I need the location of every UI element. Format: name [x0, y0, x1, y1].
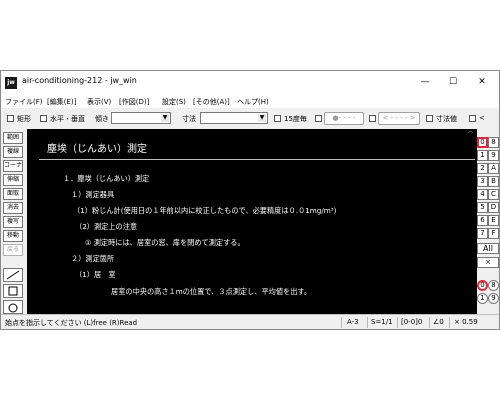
app-icon: jw — [5, 77, 17, 89]
title-bar: jw air-conditioning-212 - jw_win — ☐ ✕ — [1, 71, 499, 95]
drawing-line: ２）測定箇所 — [71, 254, 115, 263]
status-divider — [397, 317, 398, 328]
menu-draw[interactable]: [作図(D)] — [119, 97, 149, 107]
chevron-down-icon: ▼ — [258, 114, 266, 122]
status-divider — [429, 317, 430, 328]
rectangle-icon — [8, 286, 18, 296]
extend-button[interactable]: 伸縮 — [3, 174, 23, 186]
window-title: air-conditioning-212 - jw_win — [22, 76, 137, 85]
last-label: < — [479, 114, 485, 122]
layer-group-d-button[interactable]: D — [488, 202, 499, 213]
angle-indicator[interactable]: ∠0 — [433, 318, 444, 326]
arrow-mode-checkbox[interactable] — [369, 115, 376, 122]
drawing-line: （2）測定上の注意 — [75, 222, 138, 231]
undo-button[interactable]: 戻る — [3, 244, 23, 256]
deg15-label: 15度毎 — [284, 115, 307, 123]
drawing-line: ① 測定時には、居室の窓、扉を閉めて測定する。 — [85, 238, 245, 247]
layer-1-button[interactable]: 1 — [477, 293, 488, 304]
layer-group-2-button[interactable]: 2 — [477, 163, 488, 174]
layer-group-e-button[interactable]: E — [488, 215, 499, 226]
menu-help[interactable]: ヘルプ(H) — [237, 97, 269, 107]
layer-group-8-button[interactable]: 8 — [488, 137, 499, 148]
minimize-button[interactable]: — — [415, 75, 435, 89]
app-window: jw air-conditioning-212 - jw_win — ☐ ✕ フ… — [0, 70, 500, 330]
canvas-corner-mark: ⌒ — [467, 132, 473, 138]
drawing-line: １）測定器具 — [71, 190, 115, 199]
maximize-button[interactable]: ☐ — [443, 75, 463, 89]
drawing-line: （1）粉じん計(使用日の１年前以内に校正したもので、必要精度は０.０1mg/m³… — [73, 206, 337, 215]
left-command-panel: 範囲 複線 コーナー 伸縮 面取 消去 複写 移動 戻る — [1, 130, 25, 320]
dimval-checkbox[interactable] — [426, 115, 433, 122]
horizontal-vertical-checkbox[interactable] — [40, 115, 47, 122]
rect-label: 矩形 — [17, 115, 31, 123]
slope-select[interactable]: ▼ — [111, 112, 171, 124]
layer-group-b-button[interactable]: B — [488, 176, 499, 187]
menu-edit[interactable]: [編集(E)] — [47, 97, 76, 107]
zoom-indicator[interactable]: × 0.59 — [454, 318, 478, 326]
status-divider — [341, 317, 342, 328]
dimval-label: 寸法値 — [436, 115, 457, 123]
chamfer-button[interactable]: 面取 — [3, 188, 23, 200]
drawing-line: 居室の中央の高さ１mの位置で、３点測定し、平均値を出す。 — [111, 287, 312, 296]
status-divider — [367, 317, 368, 328]
erase-button[interactable]: 消去 — [3, 202, 23, 214]
layer-group-f-button[interactable]: F — [488, 228, 499, 239]
last-checkbox[interactable] — [469, 115, 476, 122]
point-mode-checkbox[interactable] — [315, 115, 322, 122]
right-layer-panel: 0 8 1 9 2 A 3 B 4 C 5 D 6 E 7 F All × 0 … — [477, 133, 499, 319]
toolbar: 矩形 水平・垂直 傾き ▼ 寸法 ▼ 15度毎 ●- - - - < - - -… — [1, 109, 499, 129]
range-button[interactable]: 範囲 — [3, 132, 23, 144]
menu-settings[interactable]: 設定(S) — [162, 97, 186, 107]
deg15-checkbox[interactable] — [274, 115, 281, 122]
layer-9-button[interactable]: 9 — [488, 293, 499, 304]
layer-group-1-button[interactable]: 1 — [477, 150, 488, 161]
status-message: 始点を指示してください (L)free (R)Read — [5, 319, 138, 327]
line-icon — [6, 270, 20, 280]
layer-group-0-button[interactable]: 0 — [477, 137, 488, 148]
menu-bar: ファイル(F) [編集(E)] 表示(V) [作図(D)] 設定(S) [その他… — [1, 95, 499, 108]
line-tool-button[interactable] — [3, 268, 23, 282]
dimension-label: 寸法 — [182, 115, 196, 123]
status-bar: 始点を指示してください (L)free (R)Read A-3 S=1/1 [0… — [1, 314, 499, 329]
horizontal-vertical-label: 水平・垂直 — [50, 115, 85, 123]
circle-icon — [8, 303, 18, 313]
drawing-line: （1）居 室 — [75, 270, 116, 279]
layer-group-c-button[interactable]: C — [488, 189, 499, 200]
slope-label: 傾き — [95, 115, 109, 123]
layer-group-3-button[interactable]: 3 — [477, 176, 488, 187]
rectangle-tool-button[interactable] — [3, 284, 23, 298]
layer-8-button[interactable]: 8 — [488, 280, 499, 291]
layer-group-4-button[interactable]: 4 — [477, 189, 488, 200]
layer-group-9-button[interactable]: 9 — [488, 150, 499, 161]
menu-other[interactable]: [その他(A)] — [193, 97, 230, 107]
offset-button[interactable]: 複線 — [3, 146, 23, 158]
close-button[interactable]: ✕ — [472, 75, 492, 89]
drawing-canvas[interactable]: ⌒ 塵埃（じんあい）測定 １．塵埃（じんあい）測定 １）測定器具 （1）粉じん計… — [27, 129, 477, 319]
arrow-mode-button[interactable]: < - - - - > — [378, 112, 420, 125]
drawing-line: １．塵埃（じんあい）測定 — [63, 174, 150, 183]
menu-view[interactable]: 表示(V) — [87, 97, 111, 107]
layer-group-5-button[interactable]: 5 — [477, 202, 488, 213]
scale-indicator[interactable]: S=1/1 — [371, 318, 393, 326]
layer-group-a-button[interactable]: A — [488, 163, 499, 174]
circle-tool-button[interactable] — [3, 300, 23, 314]
title-underline — [39, 159, 475, 160]
layer-group-6-button[interactable]: 6 — [477, 215, 488, 226]
point-mode-button[interactable]: ●- - - - — [324, 112, 364, 125]
all-layers-button[interactable]: All — [477, 243, 499, 254]
chevron-down-icon: ▼ — [161, 114, 169, 122]
rect-checkbox[interactable] — [7, 115, 14, 122]
paper-size[interactable]: A-3 — [347, 318, 359, 326]
drawing-title: 塵埃（じんあい）測定 — [47, 144, 147, 155]
layer-toggle-button[interactable]: × — [477, 257, 499, 268]
copy-button[interactable]: 複写 — [3, 216, 23, 228]
corner-button[interactable]: コーナー — [3, 160, 23, 172]
dimension-select[interactable]: ▼ — [200, 112, 268, 124]
menu-file[interactable]: ファイル(F) — [5, 97, 43, 107]
move-button[interactable]: 移動 — [3, 230, 23, 242]
layer-indicator[interactable]: [0-0]0 — [401, 318, 422, 326]
layer-0-button[interactable]: 0 — [477, 280, 488, 291]
layer-group-7-button[interactable]: 7 — [477, 228, 488, 239]
status-divider — [449, 317, 450, 328]
